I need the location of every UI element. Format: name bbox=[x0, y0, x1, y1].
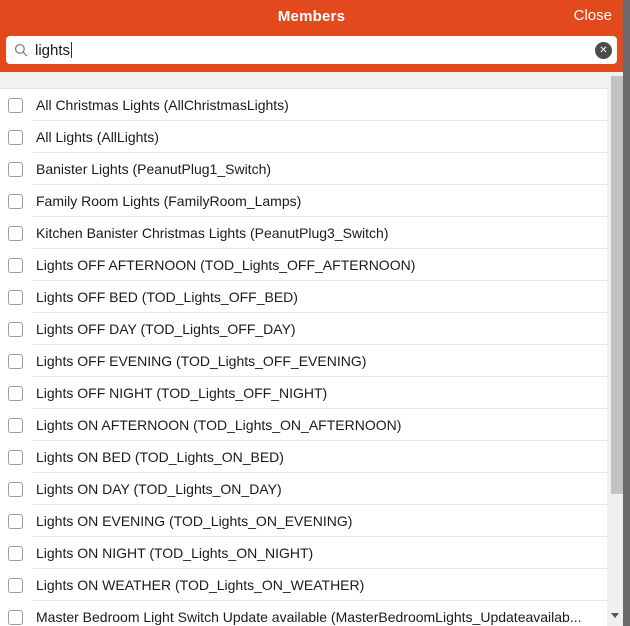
member-label: Lights ON EVENING (TOD_Lights_ON_EVENING… bbox=[36, 513, 352, 529]
search-icon bbox=[14, 43, 29, 58]
list-item[interactable]: Lights OFF AFTERNOON (TOD_Lights_OFF_AFT… bbox=[0, 249, 607, 281]
member-checkbox[interactable] bbox=[8, 98, 23, 113]
member-label: Kitchen Banister Christmas Lights (Peanu… bbox=[36, 225, 389, 241]
list-item[interactable]: All Christmas Lights (AllChristmasLights… bbox=[0, 89, 607, 121]
list-item[interactable]: Lights OFF DAY (TOD_Lights_OFF_DAY) bbox=[0, 313, 607, 345]
member-checkbox[interactable] bbox=[8, 610, 23, 625]
list-item[interactable]: Kitchen Banister Christmas Lights (Peanu… bbox=[0, 217, 607, 249]
member-checkbox[interactable] bbox=[8, 226, 23, 241]
list-item[interactable]: Lights OFF EVENING (TOD_Lights_OFF_EVENI… bbox=[0, 345, 607, 377]
member-label: Lights ON BED (TOD_Lights_ON_BED) bbox=[36, 449, 284, 465]
member-label: All Christmas Lights (AllChristmasLights… bbox=[36, 97, 289, 113]
scroll-down-icon[interactable] bbox=[611, 613, 619, 618]
list-item[interactable]: Lights ON DAY (TOD_Lights_ON_DAY) bbox=[0, 473, 607, 505]
member-label: Master Bedroom Light Switch Update avail… bbox=[36, 609, 582, 625]
text-cursor bbox=[71, 42, 72, 58]
member-label: Lights ON NIGHT (TOD_Lights_ON_NIGHT) bbox=[36, 545, 313, 561]
member-checkbox[interactable] bbox=[8, 162, 23, 177]
dialog-title: Members bbox=[0, 8, 623, 25]
member-checkbox[interactable] bbox=[8, 482, 23, 497]
list-item[interactable]: Lights ON NIGHT (TOD_Lights_ON_NIGHT) bbox=[0, 537, 607, 569]
list-item[interactable]: Lights OFF BED (TOD_Lights_OFF_BED) bbox=[0, 281, 607, 313]
member-label: All Lights (AllLights) bbox=[36, 129, 159, 145]
list-item[interactable]: Master Bedroom Light Switch Update avail… bbox=[0, 601, 607, 626]
member-label: Family Room Lights (FamilyRoom_Lamps) bbox=[36, 193, 301, 209]
list-item[interactable]: Lights ON EVENING (TOD_Lights_ON_EVENING… bbox=[0, 505, 607, 537]
list-item[interactable]: Banister Lights (PeanutPlug1_Switch) bbox=[0, 153, 607, 185]
member-checkbox[interactable] bbox=[8, 578, 23, 593]
list-item[interactable]: Lights ON BED (TOD_Lights_ON_BED) bbox=[0, 441, 607, 473]
list-scrollbar[interactable] bbox=[607, 72, 623, 626]
list-item[interactable]: Lights ON WEATHER (TOD_Lights_ON_WEATHER… bbox=[0, 569, 607, 601]
outer-scrollbar[interactable] bbox=[623, 0, 630, 626]
member-label: Lights OFF BED (TOD_Lights_OFF_BED) bbox=[36, 289, 298, 305]
clear-search-button[interactable]: ✕ bbox=[595, 42, 612, 59]
member-checkbox[interactable] bbox=[8, 258, 23, 273]
member-label: Lights OFF AFTERNOON (TOD_Lights_OFF_AFT… bbox=[36, 257, 415, 273]
members-dialog: Members Close lights ✕ All Christmas Lig… bbox=[0, 0, 630, 626]
list-item[interactable]: Lights OFF NIGHT (TOD_Lights_OFF_NIGHT) bbox=[0, 377, 607, 409]
member-label: Lights OFF DAY (TOD_Lights_OFF_DAY) bbox=[36, 321, 296, 337]
member-checkbox[interactable] bbox=[8, 418, 23, 433]
search-text: lights bbox=[35, 42, 70, 59]
close-button[interactable]: Close bbox=[574, 7, 612, 24]
member-checkbox[interactable] bbox=[8, 386, 23, 401]
list-item[interactable]: Family Room Lights (FamilyRoom_Lamps) bbox=[0, 185, 607, 217]
member-checkbox[interactable] bbox=[8, 450, 23, 465]
search-input[interactable]: lights ✕ bbox=[6, 36, 617, 64]
member-checkbox[interactable] bbox=[8, 546, 23, 561]
member-label: Lights OFF NIGHT (TOD_Lights_OFF_NIGHT) bbox=[36, 385, 327, 401]
member-checkbox[interactable] bbox=[8, 290, 23, 305]
member-checkbox[interactable] bbox=[8, 130, 23, 145]
list-item[interactable]: Lights ON AFTERNOON (TOD_Lights_ON_AFTER… bbox=[0, 409, 607, 441]
member-checkbox[interactable] bbox=[8, 194, 23, 209]
dialog-header: Members Close lights ✕ bbox=[0, 0, 623, 72]
clear-icon: ✕ bbox=[599, 43, 607, 58]
member-label: Lights ON AFTERNOON (TOD_Lights_ON_AFTER… bbox=[36, 417, 401, 433]
member-label: Lights OFF EVENING (TOD_Lights_OFF_EVENI… bbox=[36, 353, 366, 369]
member-label: Lights ON DAY (TOD_Lights_ON_DAY) bbox=[36, 481, 282, 497]
member-label: Banister Lights (PeanutPlug1_Switch) bbox=[36, 161, 271, 177]
member-checkbox[interactable] bbox=[8, 354, 23, 369]
member-checkbox[interactable] bbox=[8, 322, 23, 337]
member-checkbox[interactable] bbox=[8, 514, 23, 529]
scrollbar-thumb[interactable] bbox=[611, 76, 623, 494]
member-label: Lights ON WEATHER (TOD_Lights_ON_WEATHER… bbox=[36, 577, 364, 593]
list-area: All Christmas Lights (AllChristmasLights… bbox=[0, 72, 607, 626]
list-item[interactable]: All Lights (AllLights) bbox=[0, 121, 607, 153]
member-list: All Christmas Lights (AllChristmasLights… bbox=[0, 88, 607, 626]
